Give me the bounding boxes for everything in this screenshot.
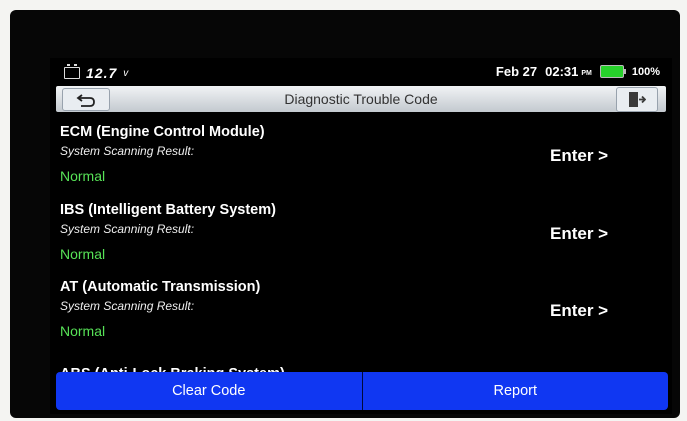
enter-button[interactable]: Enter >	[550, 146, 608, 166]
scan-result-status: Normal	[60, 168, 106, 184]
scan-result-status: Normal	[60, 323, 106, 339]
module-row[interactable]: IBS (Intelligent Battery System) System …	[50, 202, 672, 278]
page-title: Diagnostic Trouble Code	[284, 91, 438, 107]
voltage-indicator: 12.7 v	[64, 64, 129, 81]
module-name: IBS (Intelligent Battery System)	[60, 202, 276, 218]
scan-result-label: System Scanning Result:	[60, 144, 195, 158]
title-bar: Diagnostic Trouble Code	[56, 86, 666, 112]
action-bar: Clear Code Report	[56, 372, 668, 410]
report-button[interactable]: Report	[362, 372, 668, 410]
clear-code-button[interactable]: Clear Code	[56, 372, 363, 410]
status-bar: 12.7 v Feb 27 02:31 PM 100%	[50, 58, 672, 86]
battery-icon	[599, 65, 626, 78]
scanner-device: 12.7 v Feb 27 02:31 PM 100% Diagnostic T…	[10, 10, 680, 418]
enter-button[interactable]: Enter >	[550, 301, 608, 321]
voltage-unit: v	[123, 67, 129, 79]
exit-icon	[629, 92, 646, 107]
status-ampm: PM	[581, 70, 592, 77]
scan-result-label: System Scanning Result:	[60, 299, 195, 313]
scan-result-status: Normal	[60, 246, 106, 262]
battery-percent: 100%	[631, 65, 660, 78]
status-time: 02:31	[545, 64, 579, 79]
module-name: ECM (Engine Control Module)	[60, 124, 265, 140]
module-row[interactable]: ECM (Engine Control Module) System Scann…	[50, 124, 672, 200]
voltage-value: 12.7	[86, 65, 118, 81]
screen: 12.7 v Feb 27 02:31 PM 100% Diagnostic T…	[50, 58, 672, 414]
module-row[interactable]: AT (Automatic Transmission) System Scann…	[50, 279, 672, 355]
status-right: Feb 27 02:31 PM 100%	[496, 64, 660, 79]
scan-result-label: System Scanning Result:	[60, 222, 195, 236]
status-date: Feb 27	[495, 64, 538, 79]
exit-button[interactable]	[616, 87, 658, 112]
enter-button[interactable]: Enter >	[550, 224, 608, 244]
module-name: AT (Automatic Transmission)	[60, 279, 261, 295]
car-battery-icon	[64, 64, 80, 79]
